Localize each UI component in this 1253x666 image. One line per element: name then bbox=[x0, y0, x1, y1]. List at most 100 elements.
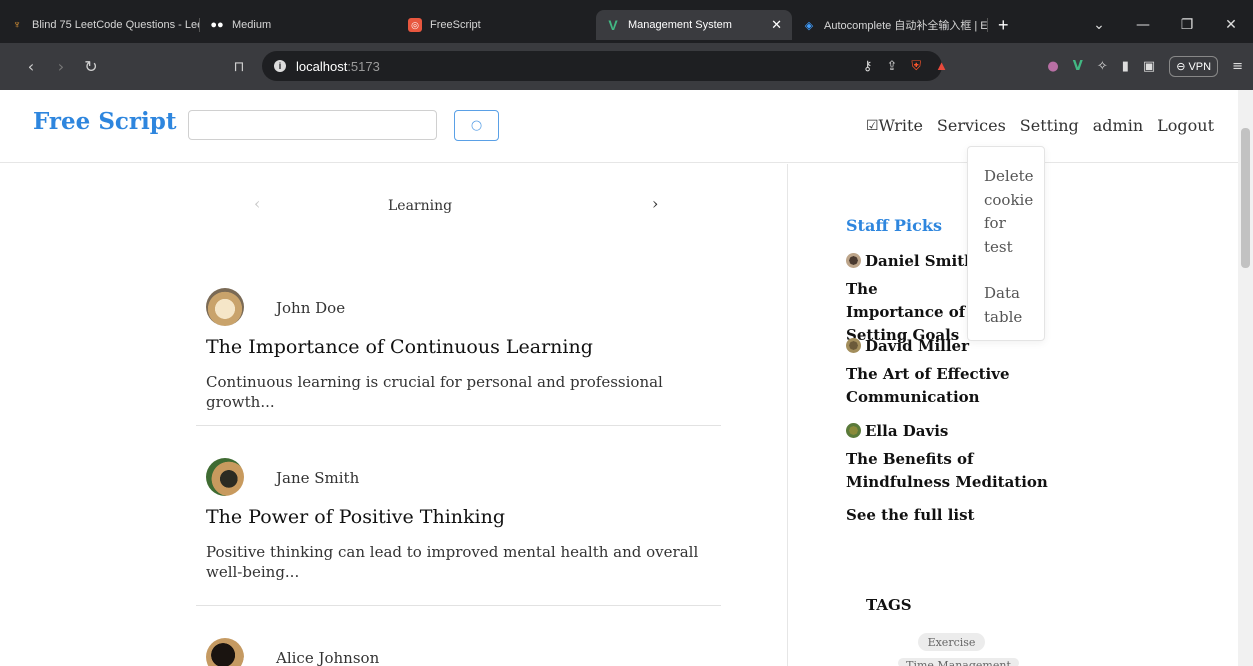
browser-tab-strip: ♆ Blind 75 LeetCode Questions - Leet ●● … bbox=[0, 7, 1253, 43]
admin-link[interactable]: admin bbox=[1093, 116, 1143, 135]
reload-icon[interactable]: ↻ bbox=[76, 57, 106, 76]
setting-link[interactable]: Setting bbox=[1020, 116, 1079, 135]
menu-item-delete-cookie[interactable]: Delete cookie for test bbox=[984, 165, 1034, 259]
write-link[interactable]: ☑ Write bbox=[866, 116, 923, 135]
search-input[interactable] bbox=[188, 110, 437, 140]
post-excerpt: Continuous learning is crucial for perso… bbox=[206, 373, 663, 411]
new-tab-button[interactable]: + bbox=[988, 10, 1028, 40]
tags-title: TAGS bbox=[866, 596, 912, 614]
vue-icon: V bbox=[608, 17, 618, 33]
url-port: :5173 bbox=[347, 58, 380, 74]
staff-pick-author[interactable]: Daniel Smith bbox=[846, 250, 975, 273]
site-logo[interactable]: Free Script bbox=[33, 108, 177, 135]
page-content: Free Script ○ ☑ Write Services Setting ad… bbox=[0, 90, 1238, 666]
tag-chip[interactable]: Exercise bbox=[918, 633, 985, 651]
staff-picks-title: Staff Picks bbox=[846, 216, 942, 235]
main-nav: ☑ Write Services Setting admin Logout bbox=[866, 116, 1214, 135]
tab-autocomplete[interactable]: ◈ Autocomplete 自动补全输入框 | Ele bbox=[792, 10, 988, 40]
carousel-label: Learning bbox=[388, 198, 453, 214]
window-controls: ⌄ — ❐ ✕ bbox=[1077, 7, 1253, 43]
site-info-icon[interactable]: i bbox=[274, 60, 286, 72]
post-card[interactable]: Jane Smith The Power of Positive Thinkin… bbox=[196, 458, 721, 606]
post-title[interactable]: The Importance of Continuous Learning bbox=[206, 336, 593, 358]
brave-rewards-icon[interactable]: ▲ bbox=[935, 58, 948, 74]
staff-pick-author[interactable]: Ella Davis bbox=[846, 420, 948, 443]
post-card[interactable]: Alice Johnson bbox=[196, 638, 721, 666]
avatar bbox=[846, 338, 861, 353]
topic-carousel: ‹ Learning › bbox=[230, 194, 670, 218]
leetcode-icon: ♆ bbox=[12, 19, 22, 31]
medium-icon: ●● bbox=[210, 19, 224, 31]
brave-shield-icon[interactable]: ⛨ bbox=[911, 58, 921, 74]
post-excerpt: Positive thinking can lead to improved m… bbox=[206, 543, 699, 581]
vue-devtools-icon[interactable]: V bbox=[1073, 59, 1083, 74]
see-full-list-link[interactable]: See the full list bbox=[846, 506, 975, 524]
tab-title: Autocomplete 自动补全输入框 | Ele bbox=[824, 20, 988, 32]
post-card[interactable]: John Doe The Importance of Continuous Le… bbox=[196, 288, 721, 426]
pick-author-name: David Miller bbox=[865, 337, 969, 355]
vpn-label: VPN bbox=[1188, 61, 1212, 73]
post-title[interactable]: The Power of Positive Thinking bbox=[206, 506, 505, 528]
restore-icon[interactable]: ❐ bbox=[1165, 17, 1209, 33]
menu-icon[interactable]: ≡ bbox=[1232, 59, 1243, 74]
avatar bbox=[206, 458, 244, 496]
extension-icon[interactable]: ● bbox=[1047, 59, 1058, 74]
minimize-icon[interactable]: — bbox=[1121, 17, 1165, 33]
tab-title: Blind 75 LeetCode Questions - Leet bbox=[32, 19, 200, 31]
logout-link[interactable]: Logout bbox=[1157, 116, 1214, 135]
tab-management-system[interactable]: V Management System ✕ bbox=[596, 10, 792, 40]
tag-chip[interactable]: Time Management bbox=[898, 658, 1019, 666]
next-arrow-icon[interactable]: › bbox=[652, 194, 658, 213]
services-link[interactable]: Services bbox=[937, 116, 1006, 135]
services-dropdown: Delete cookie for test Data table bbox=[967, 146, 1045, 341]
page-scrollbar[interactable] bbox=[1238, 90, 1253, 666]
search-button[interactable]: ○ bbox=[454, 110, 499, 141]
tab-search-icon[interactable]: ⌄ bbox=[1077, 17, 1121, 33]
prev-arrow-icon[interactable]: ‹ bbox=[254, 194, 260, 213]
key-icon[interactable]: ⚷ bbox=[863, 58, 873, 74]
toolbar-extensions: ● V ✧ ▮ ▣ ⊖ VPN ≡ bbox=[1047, 43, 1243, 90]
tab-medium[interactable]: ●● Medium bbox=[200, 10, 398, 40]
forward-icon[interactable]: › bbox=[46, 57, 76, 76]
staff-pick-title[interactable]: The Benefits of Mindfulness Meditation bbox=[846, 448, 1056, 494]
site-header: Free Script ○ ☑ Write Services Setting ad… bbox=[0, 90, 1238, 163]
url-field[interactable]: i localhost:5173 ⚷ ⇪ ⛨ ▲ bbox=[262, 51, 948, 81]
post-divider bbox=[196, 425, 721, 426]
vpn-button[interactable]: ⊖ VPN bbox=[1169, 56, 1219, 77]
bookmark-icon[interactable]: ⊓ bbox=[224, 59, 254, 75]
post-author[interactable]: Jane Smith bbox=[276, 469, 359, 487]
element-icon: ◈ bbox=[804, 19, 814, 32]
staff-pick-author[interactable]: David Miller bbox=[846, 335, 969, 358]
pick-author-name: Ella Davis bbox=[865, 422, 949, 440]
avatar bbox=[206, 638, 244, 666]
extensions-puzzle-icon[interactable]: ✧ bbox=[1097, 59, 1108, 74]
close-window-icon[interactable]: ✕ bbox=[1209, 17, 1253, 33]
post-divider bbox=[196, 605, 721, 606]
share-icon[interactable]: ⇪ bbox=[886, 58, 897, 74]
avatar bbox=[206, 288, 244, 326]
url-host: localhost bbox=[296, 58, 348, 74]
edit-icon: ☑ bbox=[865, 117, 879, 134]
scrollbar-thumb[interactable] bbox=[1241, 128, 1250, 268]
post-author[interactable]: Alice Johnson bbox=[276, 649, 379, 666]
tab-title: Medium bbox=[232, 19, 272, 31]
write-label: Write bbox=[878, 116, 923, 135]
freescript-icon: ◎ bbox=[408, 18, 422, 32]
tab-freescript[interactable]: ◎ FreeScript bbox=[398, 10, 596, 40]
menu-item-data-table[interactable]: Data table bbox=[984, 282, 1034, 329]
avatar bbox=[846, 423, 861, 438]
pick-author-name: Daniel Smith bbox=[865, 252, 976, 270]
url-actions: ⚷ ⇪ ⛨ ▲ bbox=[863, 58, 948, 74]
avatar bbox=[846, 253, 861, 268]
tab-title: Management System bbox=[628, 19, 732, 31]
address-bar-row: ‹ › ↻ ⊓ i localhost:5173 ⚷ ⇪ ⛨ ▲ ● V ✧ ▮… bbox=[0, 43, 1253, 90]
close-tab-icon[interactable]: ✕ bbox=[771, 17, 782, 33]
tab-title: FreeScript bbox=[430, 19, 481, 31]
staff-pick-title[interactable]: The Art of Effective Communication bbox=[846, 363, 1036, 409]
post-author[interactable]: John Doe bbox=[276, 299, 345, 317]
search-icon: ○ bbox=[470, 118, 483, 133]
back-icon[interactable]: ‹ bbox=[16, 57, 46, 76]
tab-leetcode[interactable]: ♆ Blind 75 LeetCode Questions - Leet bbox=[0, 10, 200, 40]
wallet-icon[interactable]: ▣ bbox=[1143, 59, 1155, 74]
sidebar-icon[interactable]: ▮ bbox=[1122, 59, 1129, 74]
